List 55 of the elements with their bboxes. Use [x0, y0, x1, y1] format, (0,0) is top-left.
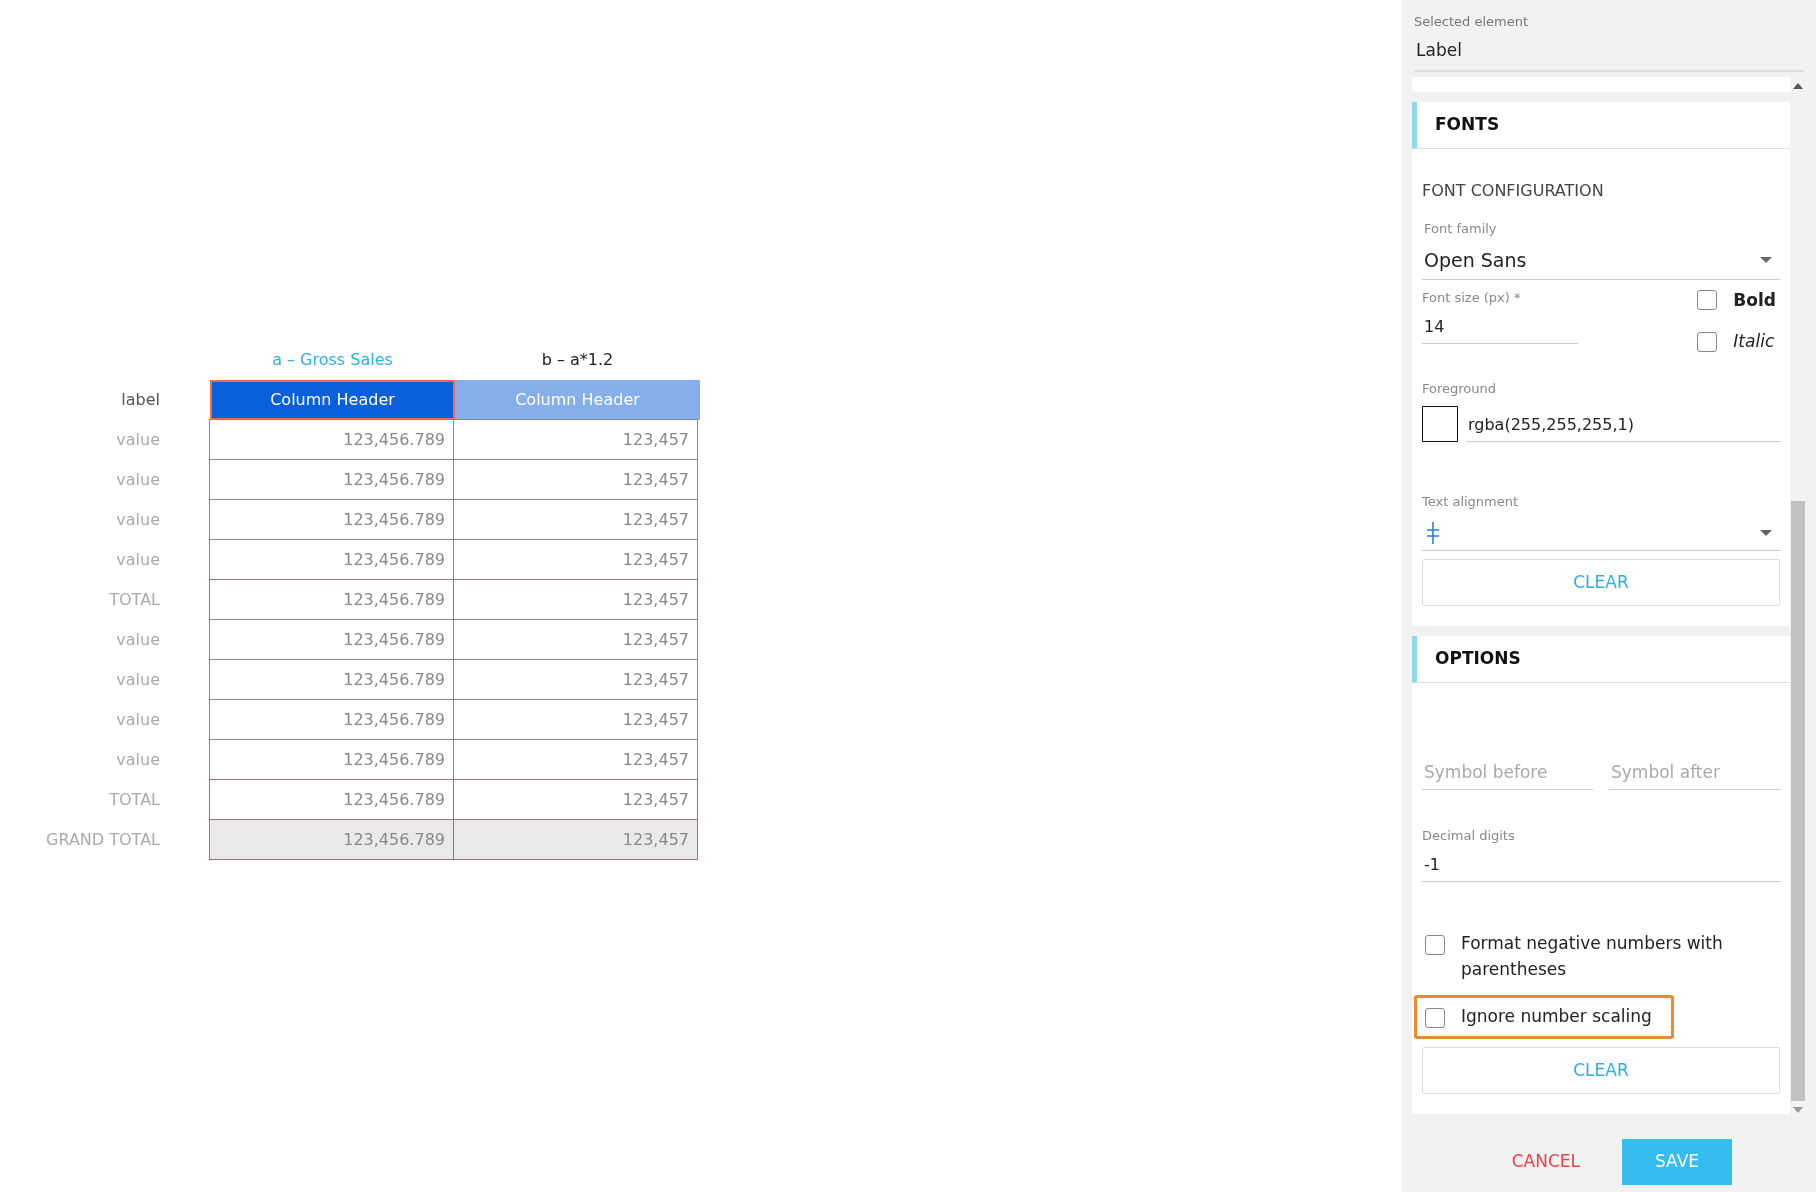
section-subtitle: FONT CONFIGURATION: [1422, 179, 1605, 202]
checkbox[interactable]: [1697, 290, 1718, 311]
dropdown-caret-icon: [1760, 529, 1772, 536]
field-label: Foreground: [1422, 379, 1498, 398]
table-cell: 123,457: [453, 619, 698, 660]
row-label: value: [115, 669, 160, 691]
field-label: Font family: [1424, 219, 1498, 238]
row-label: value: [115, 629, 160, 651]
table-cell: 123,456.789: [209, 619, 454, 660]
field-label: Font size (px) *: [1422, 288, 1522, 307]
color-input[interactable]: rgba(255,255,255,1): [1466, 409, 1780, 442]
row-label: value: [115, 709, 160, 731]
column-title: b – a*1.2: [540, 349, 615, 371]
symbol-before-input[interactable]: Symbol before: [1422, 756, 1593, 790]
field-label: Selected element: [1414, 13, 1530, 31]
cancel-button[interactable]: CANCEL: [1505, 1148, 1586, 1176]
row-label: value: [115, 509, 160, 531]
scroll-down-icon[interactable]: [1793, 1107, 1803, 1113]
checkbox[interactable]: [1425, 1008, 1445, 1028]
table-cell: 123,456.789: [209, 779, 454, 820]
selected-element-value: Label: [1414, 31, 1804, 72]
table-cell: 123,456.789: [209, 579, 454, 620]
row-label: GRAND TOTAL: [45, 829, 160, 851]
row-label: label: [120, 389, 160, 411]
symbol-after-input[interactable]: Symbol after: [1609, 756, 1780, 790]
table-cell: 123,457: [453, 579, 698, 620]
column-header[interactable]: Column Header: [210, 380, 455, 420]
dropdown-caret-icon: [1760, 257, 1772, 264]
row-label: TOTAL: [108, 589, 160, 611]
decimal-digits-input[interactable]: -1: [1422, 849, 1780, 882]
checkbox-label: Bold: [1733, 288, 1776, 312]
row-label: value: [115, 549, 160, 571]
scrollbar-thumb[interactable]: [1791, 501, 1805, 1101]
table-cell: 123,457: [453, 779, 698, 820]
table-cell: 123,456.789: [209, 819, 454, 860]
table-cell: 123,457: [453, 419, 698, 460]
row-label: value: [115, 749, 160, 771]
font-size-input[interactable]: 14: [1422, 311, 1578, 344]
row-label: value: [115, 469, 160, 491]
column-title: a – Gross Sales: [271, 349, 394, 371]
color-swatch[interactable]: [1422, 406, 1458, 442]
checkbox-label: Italic: [1733, 330, 1775, 353]
field-label: Decimal digits: [1422, 826, 1516, 845]
checkbox[interactable]: [1697, 331, 1718, 352]
checkbox-label: Ignore number scaling: [1461, 1005, 1652, 1028]
table-cell: 123,456.789: [209, 419, 454, 460]
scroll-up-icon[interactable]: [1793, 83, 1803, 89]
row-label: TOTAL: [108, 789, 160, 811]
field-label: Text alignment: [1422, 493, 1520, 511]
align-center-icon: [1424, 519, 1442, 546]
font-family-dropdown[interactable]: Open Sans: [1422, 242, 1780, 280]
checkbox[interactable]: [1425, 935, 1445, 955]
table-cell: 123,457: [453, 819, 698, 860]
row-label: value: [115, 429, 160, 451]
checkbox-label: Format negative numbers with parentheses: [1461, 932, 1724, 981]
